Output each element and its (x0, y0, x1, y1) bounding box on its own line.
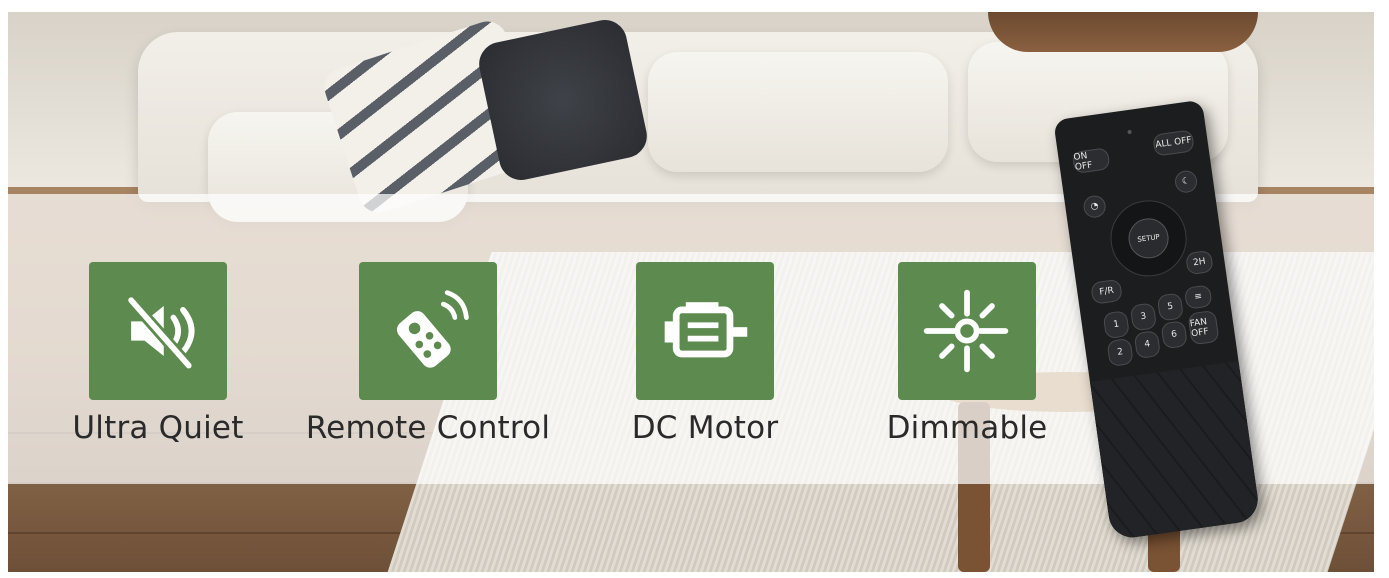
remote-fr-button: F/R (1090, 278, 1123, 305)
remote-speed-2-button: 2 (1106, 337, 1134, 367)
feature-dimmable: Dimmable (837, 262, 1097, 446)
remote-speed-1-button: 1 (1102, 310, 1130, 340)
remote-on-off-button: ON OFF (1071, 147, 1111, 175)
remote-all-off-button: ALL OFF (1152, 129, 1195, 157)
feature-remote-control: Remote Control (298, 262, 558, 446)
remote-fan-off-button: FAN OFF (1187, 309, 1220, 346)
muted-speaker-icon (89, 262, 227, 400)
remote-speed-3-button: 3 (1129, 302, 1158, 332)
remote-speed-5-button: 5 (1156, 292, 1185, 322)
feature-label: Dimmable (886, 410, 1048, 446)
remote-timer-button: ◔ (1082, 194, 1108, 220)
dimmer-light-icon (898, 262, 1036, 400)
remote-breeze-button: ≡ (1183, 284, 1213, 310)
feature-label: Ultra Quiet (72, 410, 244, 446)
feature-label: DC Motor (631, 410, 779, 446)
sofa-cushion (648, 52, 948, 172)
side-table (988, 12, 1258, 52)
motor-icon (636, 262, 774, 400)
remote-night-button: ☾ (1173, 169, 1199, 195)
remote-control-icon (359, 262, 497, 400)
remote-speed-4-button: 4 (1133, 330, 1162, 360)
hero-banner: Ultra Quiet Remote Control DC Motor Dimm… (8, 12, 1374, 572)
remote-grip (1089, 361, 1261, 541)
remote-led (1127, 129, 1132, 135)
remote-speed-6-button: 6 (1160, 320, 1188, 350)
feature-ultra-quiet: Ultra Quiet (28, 262, 288, 446)
remote-body: ON OFF ALL OFF ◔ ☾ SETUP 2H F/R 1 2 3 4 … (1053, 99, 1261, 541)
feature-label: Remote Control (305, 410, 551, 446)
feature-dc-motor: DC Motor (575, 262, 835, 446)
remote-control-product: ON OFF ALL OFF ◔ ☾ SETUP 2H F/R 1 2 3 4 … (1053, 99, 1296, 541)
remote-2h-button: 2H (1185, 249, 1214, 276)
